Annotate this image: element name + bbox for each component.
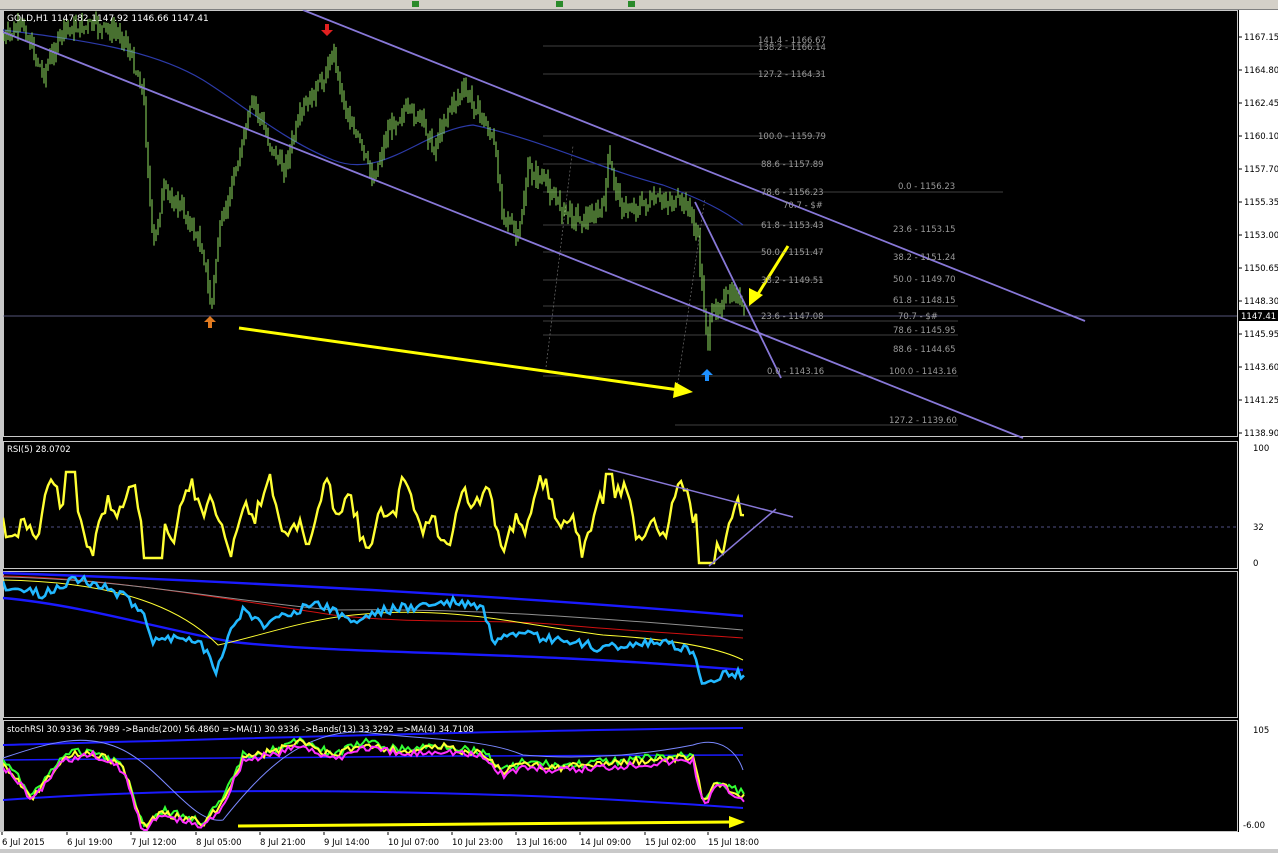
fib-label: 70.7 - $#	[898, 312, 938, 322]
price-axis: 1167.15 1164.80 1162.45 1160.10 1157.70 1155.…	[1239, 10, 1278, 832]
price-tick-label: 1167.15	[1244, 33, 1278, 43]
time-tick-label: 8 Jul 21:00	[260, 838, 306, 848]
stochrsi-level-105: 105	[1253, 726, 1269, 736]
chart-canvas[interactable]: 141.4 - 1166.67138.2 - 1166.14127.2 - 11…	[1, 9, 1239, 832]
up-arrow-icon	[701, 369, 713, 381]
time-axis: 6 Jul 2015 6 Jul 19:00 7 Jul 12:00 8 Jul 05…	[0, 832, 1278, 849]
fib-label: 38.2 - 1151.24	[893, 253, 956, 263]
stochrsi-arrowhead	[729, 816, 745, 828]
stochrsi-lower-band	[2, 790, 744, 809]
rsi-panel-border	[3, 441, 1238, 569]
time-tick-label: 9 Jul 14:00	[324, 838, 370, 848]
fib-left-labels: 141.4 - 1166.67138.2 - 1166.14127.2 - 11…	[758, 36, 826, 377]
fib-label: 61.8 - 1153.43	[761, 221, 824, 231]
divergence-arrowhead	[673, 382, 693, 398]
rsi-title: RSI(5) 28.0702	[7, 445, 71, 455]
rsi-trendline-upper	[607, 468, 794, 518]
toolbar-button[interactable]	[556, 1, 563, 7]
price-tick-label: 1141.25	[1244, 396, 1278, 406]
fib-label: 23.6 - 1153.15	[893, 225, 956, 235]
fib-label: 100.0 - 1143.16	[889, 367, 957, 377]
price-candles	[3, 11, 745, 351]
fib-label: 61.8 - 1148.15	[893, 296, 956, 306]
fib-label: 78.6 - 1145.95	[893, 326, 956, 336]
price-tick-label: 1143.60	[1244, 363, 1278, 373]
signal-arrows	[204, 24, 713, 381]
fib-label: 138.2 - 1166.14	[758, 43, 826, 53]
chart-area[interactable]: 141.4 - 1166.67 138.2 - 1166.14 127.2 - 11…	[1, 9, 1239, 832]
stochrsi-arrow-line	[237, 820, 732, 828]
lower-band-line	[2, 596, 744, 672]
price-tick-label: 1145.95	[1244, 330, 1278, 340]
fib-label: 50.0 - 1149.70	[893, 275, 956, 285]
toolbar-strip	[0, 0, 1278, 10]
time-tick-label: 15 Jul 02:00	[645, 838, 696, 848]
fib-label: 127.2 - 1139.60	[889, 416, 957, 426]
stochrsi-yellow-line	[2, 738, 745, 829]
fib-label: 127.2 - 1164.31	[758, 70, 826, 80]
price-tick-label: 1148.30	[1244, 297, 1278, 307]
fib-label: 38.2 - 1149.51	[761, 276, 824, 286]
fib-label: 0.0 - 1143.16	[767, 367, 824, 377]
price-tick-label: 1138.90	[1244, 429, 1278, 439]
price-tick-label: 1153.00	[1244, 231, 1278, 241]
divergence-arrow-line	[238, 326, 680, 392]
price-panel: 141.4 - 1166.67138.2 - 1166.14127.2 - 11…	[2, 9, 1237, 439]
price-tick-label: 1157.70	[1244, 165, 1278, 175]
fib-label: 88.6 - 1157.89	[761, 160, 824, 170]
price-tick-label: 1162.45	[1244, 99, 1278, 109]
toolbar-button[interactable]	[412, 1, 419, 7]
moving-average-line	[2, 29, 744, 226]
fib-trendlines	[545, 145, 706, 389]
rsi-panel: RSI(5) 28.0702	[1, 445, 1237, 567]
stoch-line-panel	[1, 571, 745, 685]
toolbar-button[interactable]	[628, 1, 635, 7]
time-tick-label: 10 Jul 07:00	[388, 838, 439, 848]
rsi-line	[1, 470, 745, 565]
mid-ma-line	[2, 576, 744, 631]
time-tick-label: 15 Jul 18:00	[708, 838, 759, 848]
price-tick-label: 1164.80	[1244, 66, 1278, 76]
up-arrow-icon	[204, 316, 216, 328]
rsi-trendline-lower	[708, 508, 777, 567]
stochrsi-envelope	[2, 731, 744, 821]
fib-label: 78.6 - 1156.23	[761, 188, 824, 198]
time-tick-label: 10 Jul 23:00	[452, 838, 503, 848]
rsi-level-32: 32	[1253, 523, 1264, 533]
fib-label: 100.0 - 1159.79	[758, 132, 826, 142]
rsi-level-100: 100	[1253, 444, 1269, 454]
time-tick-label: 13 Jul 16:00	[516, 838, 567, 848]
fib-label: 70.7 - $#	[783, 201, 823, 211]
fib-label: 50.0 - 1151.47	[761, 248, 824, 258]
price-tick-label: 1150.65	[1244, 264, 1278, 274]
price-tick-label: 1155.35	[1244, 198, 1278, 208]
stochrsi-panel-border	[3, 720, 1238, 832]
time-tick-label: 7 Jul 12:00	[131, 838, 177, 848]
time-tick-label: 8 Jul 05:00	[196, 838, 242, 848]
price-tick-label: 1160.10	[1244, 132, 1278, 142]
current-price-label: 1147.41	[1241, 312, 1276, 322]
price-panel-border	[3, 10, 1238, 437]
fib-label: 23.6 - 1147.08	[761, 312, 824, 322]
stochrsi-level-low: -6.00	[1243, 821, 1265, 831]
fib-label: 0.0 - 1156.23	[898, 182, 955, 192]
chart-header: GOLD,H1 1147.82 1147.92 1146.66 1147.41	[7, 14, 209, 24]
down-arrow-icon	[321, 24, 333, 36]
stochrsi-panel: stochRSI 30.9336 36.7989 ->Bands(200) 56…	[2, 725, 745, 831]
time-tick-label: 6 Jul 2015	[2, 838, 45, 848]
time-tick-label: 6 Jul 19:00	[67, 838, 113, 848]
fib-label: 88.6 - 1144.65	[893, 345, 956, 355]
rsi-level-0: 0	[1253, 559, 1258, 569]
stochrsi-title: stochRSI 30.9336 36.7989 ->Bands(200) 56…	[7, 725, 474, 735]
channel-upper-line	[302, 9, 1086, 322]
stochrsi-green-line	[2, 736, 745, 828]
time-tick-label: 14 Jul 09:00	[580, 838, 631, 848]
